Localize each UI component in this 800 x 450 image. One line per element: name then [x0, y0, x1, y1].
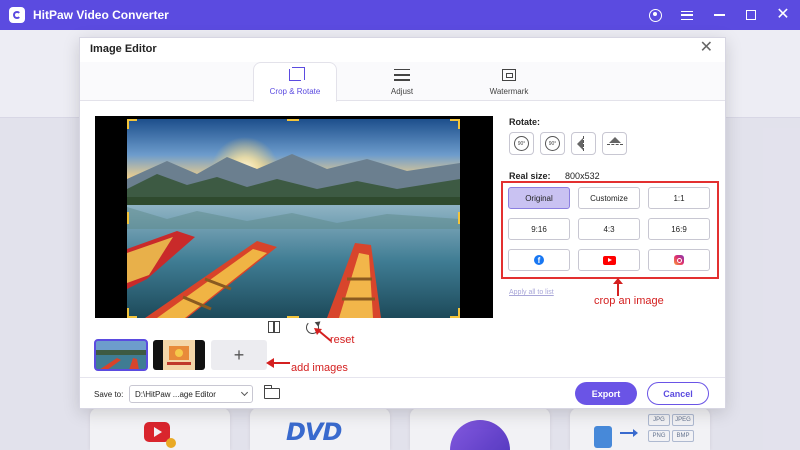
close-window-button[interactable]: ✕	[774, 6, 792, 24]
image-preview	[95, 116, 493, 318]
annotation-add-images-arrow	[266, 358, 290, 368]
close-icon: ✕	[699, 39, 713, 56]
tab-label: Watermark	[489, 87, 529, 96]
plus-icon: +	[233, 344, 245, 365]
tab-label: Adjust	[390, 87, 414, 96]
rotate-left-icon: 90°	[514, 136, 529, 151]
editor-tabs: Crop & Rotate Adjust Watermark	[80, 62, 725, 102]
image-editor-dialog: Image Editor ✕ Crop & Rotate Adjust Wate…	[79, 37, 726, 409]
folder-icon[interactable]	[263, 385, 280, 399]
tab-label: Crop & Rotate	[269, 87, 321, 96]
apply-all-link[interactable]: Apply all to list	[509, 289, 554, 296]
instagram-icon	[674, 255, 684, 265]
crop-handle-bottom-right[interactable]	[450, 308, 460, 318]
rotate-label: Rotate:	[509, 117, 540, 127]
app-title: HitPaw Video Converter	[33, 8, 169, 22]
crop-handle-left[interactable]	[127, 212, 129, 224]
facebook-icon: f	[534, 255, 544, 265]
crop-icon	[289, 67, 305, 81]
ratio-customize-button[interactable]: Customize	[578, 187, 640, 209]
ratio-9-16-button[interactable]: 9:16	[508, 218, 570, 240]
dialog-title: Image Editor	[90, 43, 157, 55]
thumbnail-lake[interactable]	[94, 339, 148, 371]
real-size-value: 800x532	[565, 171, 600, 181]
hamburger-menu-icon	[681, 10, 693, 20]
flip-horizontal-button[interactable]	[571, 132, 596, 155]
ratio-16-9-button[interactable]: 16:9	[648, 218, 710, 240]
ratio-1-1-button[interactable]: 1:1	[648, 187, 710, 209]
crop-ratio-highlight: Original Customize 1:1 9:16 4:3 16:9 f	[501, 181, 719, 279]
tab-adjust[interactable]: Adjust	[360, 62, 444, 101]
flip-vertical-icon	[606, 136, 623, 151]
rotate-right-icon: 90°	[545, 136, 560, 151]
real-size: Real size: 800x532	[509, 171, 600, 181]
thumbnail-card[interactable]	[153, 340, 205, 370]
rotate-left-button[interactable]: 90°	[509, 132, 534, 155]
crop-handle-right[interactable]	[458, 212, 460, 224]
title-bar: HitPaw Video Converter ✕	[0, 0, 800, 30]
ratio-youtube-button[interactable]	[578, 249, 640, 271]
user-icon	[648, 8, 662, 22]
account-button[interactable]	[646, 6, 664, 24]
adjust-icon	[394, 69, 410, 81]
annotation-crop: crop an image	[594, 295, 664, 307]
greeting-card-thumbnail-image	[153, 340, 205, 370]
app-logo-icon	[9, 7, 25, 23]
minimize-icon	[713, 14, 725, 16]
annotation-reset-arrow	[314, 328, 332, 342]
window-controls: ✕	[646, 0, 792, 30]
close-icon: ✕	[776, 6, 790, 23]
dialog-footer: Save to: D:\HitPaw ...age Editor Export …	[80, 377, 725, 409]
chevron-down-icon	[240, 388, 249, 397]
annotation-add-images: add images	[291, 362, 348, 374]
tab-watermark[interactable]: Watermark	[467, 62, 551, 101]
minimize-button[interactable]	[710, 6, 728, 24]
maximize-button[interactable]	[742, 6, 760, 24]
annotation-crop-arrow	[613, 278, 623, 296]
rotate-right-button[interactable]: 90°	[540, 132, 565, 155]
save-to-label: Save to:	[94, 390, 124, 399]
ratio-facebook-button[interactable]: f	[508, 249, 570, 271]
ratio-4-3-button[interactable]: 4:3	[578, 218, 640, 240]
flip-horizontal-icon	[576, 136, 591, 151]
watermark-icon	[502, 69, 516, 81]
crop-handle-top[interactable]	[287, 119, 299, 121]
save-path-select[interactable]: D:\HitPaw ...age Editor	[129, 385, 253, 403]
dialog-close-button[interactable]: ✕	[700, 40, 713, 56]
cancel-button[interactable]: Cancel	[647, 382, 709, 405]
maximize-icon	[746, 10, 756, 20]
save-path-value: D:\HitPaw ...age Editor	[135, 389, 216, 399]
annotation-reset: reset	[330, 334, 355, 346]
real-size-label: Real size:	[509, 171, 551, 181]
add-image-button[interactable]: +	[211, 340, 267, 370]
menu-button[interactable]	[678, 6, 696, 24]
youtube-icon	[602, 255, 616, 265]
image-thumbnail-list: +	[94, 339, 267, 371]
lake-boats-image	[127, 119, 460, 318]
crop-handle-bottom[interactable]	[287, 316, 299, 318]
crop-handle-top-right[interactable]	[450, 119, 460, 129]
ratio-original-button[interactable]: Original	[508, 187, 570, 209]
preview-tools	[268, 321, 319, 334]
compare-split-icon[interactable]	[268, 321, 280, 333]
crop-handle-bottom-left[interactable]	[127, 308, 137, 318]
export-button[interactable]: Export	[575, 382, 637, 405]
lake-thumbnail-image	[95, 340, 147, 370]
preview-photo[interactable]	[127, 119, 460, 318]
rotate-controls: 90° 90°	[509, 132, 627, 155]
tab-crop-rotate[interactable]: Crop & Rotate	[253, 62, 337, 102]
crop-handle-top-left[interactable]	[127, 119, 137, 129]
flip-vertical-button[interactable]	[602, 132, 627, 155]
ratio-instagram-button[interactable]	[648, 249, 710, 271]
